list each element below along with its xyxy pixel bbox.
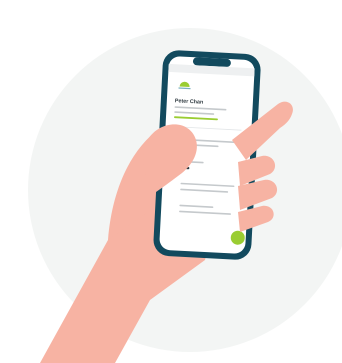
hand-holding-phone-illustration: Peter Chan [28,28,342,363]
illustration-stage: Peter Chan [0,0,342,363]
